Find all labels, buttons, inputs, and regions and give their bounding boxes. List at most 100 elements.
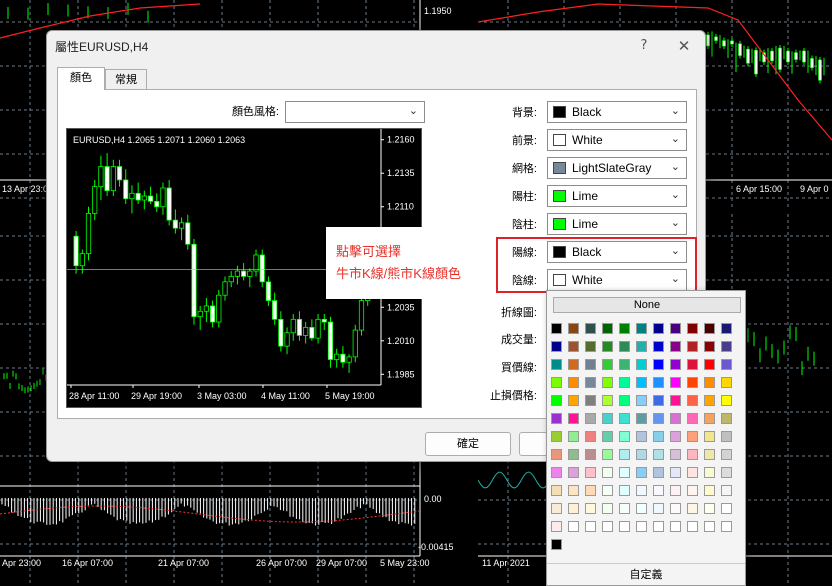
color-cell[interactable] [653, 503, 664, 514]
color-cell[interactable] [551, 449, 562, 460]
color-cell[interactable] [568, 341, 579, 352]
color-cell[interactable] [602, 395, 613, 406]
color-cell[interactable] [721, 323, 732, 334]
color-cell[interactable] [670, 503, 681, 514]
color-cell[interactable] [653, 323, 664, 334]
color-cell[interactable] [585, 467, 596, 478]
color-cell[interactable] [585, 341, 596, 352]
color-cell[interactable] [704, 521, 715, 532]
color-cell[interactable] [687, 413, 698, 424]
color-cell[interactable] [687, 503, 698, 514]
color-cell[interactable] [602, 467, 613, 478]
color-cell[interactable] [687, 323, 698, 334]
color-cell[interactable] [602, 485, 613, 496]
color-cell[interactable] [636, 485, 647, 496]
color-cell[interactable] [585, 431, 596, 442]
color-cell[interactable] [721, 485, 732, 496]
color-cell[interactable] [636, 377, 647, 388]
none-color-button[interactable]: None [553, 297, 741, 313]
color-cell[interactable] [653, 395, 664, 406]
color-cell[interactable] [721, 377, 732, 388]
color-cell[interactable] [551, 323, 562, 334]
color-cell[interactable] [551, 341, 562, 352]
color-cell[interactable] [653, 521, 664, 532]
color-cell[interactable] [568, 395, 579, 406]
color-cell[interactable] [721, 449, 732, 460]
color-cell[interactable] [670, 521, 681, 532]
color-cell[interactable] [687, 395, 698, 406]
color-cell[interactable] [704, 485, 715, 496]
color-cell[interactable] [568, 413, 579, 424]
color-cell[interactable] [653, 341, 664, 352]
color-cell[interactable] [551, 377, 562, 388]
color-cell[interactable] [551, 539, 562, 550]
color-cell[interactable] [551, 431, 562, 442]
color-cell[interactable] [619, 503, 630, 514]
color-cell[interactable] [704, 359, 715, 370]
color-cell[interactable] [551, 467, 562, 478]
color-cell[interactable] [653, 377, 664, 388]
color-cell[interactable] [670, 341, 681, 352]
color-cell[interactable] [721, 503, 732, 514]
color-cell[interactable] [602, 449, 613, 460]
color-cell[interactable] [585, 359, 596, 370]
color-cell[interactable] [636, 449, 647, 460]
color-cell[interactable] [585, 395, 596, 406]
color-cell[interactable] [585, 449, 596, 460]
color-cell[interactable] [602, 341, 613, 352]
tab-common[interactable]: 常規 [105, 69, 147, 89]
color-cell[interactable] [687, 467, 698, 478]
color-cell[interactable] [721, 395, 732, 406]
color-cell[interactable] [619, 395, 630, 406]
color-cell[interactable] [602, 431, 613, 442]
color-cell[interactable] [687, 485, 698, 496]
color-cell[interactable] [721, 521, 732, 532]
color-cell[interactable] [704, 395, 715, 406]
color-scheme-select[interactable]: ⌄ [285, 101, 425, 123]
color-cell[interactable] [585, 503, 596, 514]
tab-colors[interactable]: 顏色 [57, 67, 105, 90]
color-select[interactable]: Lime ⌄ [547, 185, 687, 207]
color-cell[interactable] [636, 413, 647, 424]
ok-button[interactable]: 確定 [425, 432, 511, 456]
color-cell[interactable] [551, 359, 562, 370]
color-cell[interactable] [704, 449, 715, 460]
color-cell[interactable] [551, 485, 562, 496]
color-cell[interactable] [636, 341, 647, 352]
color-cell[interactable] [585, 413, 596, 424]
color-cell[interactable] [602, 413, 613, 424]
color-select[interactable]: LightSlateGray ⌄ [547, 157, 687, 179]
color-cell[interactable] [670, 431, 681, 442]
color-cell[interactable] [551, 521, 562, 532]
color-cell[interactable] [704, 413, 715, 424]
color-cell[interactable] [636, 467, 647, 478]
color-cell[interactable] [619, 521, 630, 532]
color-cell[interactable] [619, 413, 630, 424]
color-cell[interactable] [636, 395, 647, 406]
color-cell[interactable] [721, 413, 732, 424]
color-cell[interactable] [585, 485, 596, 496]
color-cell[interactable] [687, 449, 698, 460]
color-cell[interactable] [568, 467, 579, 478]
color-cell[interactable] [721, 341, 732, 352]
custom-color-button[interactable]: 自定義 [547, 563, 745, 585]
color-cell[interactable] [568, 521, 579, 532]
color-cell[interactable] [568, 485, 579, 496]
color-cell[interactable] [721, 359, 732, 370]
color-cell[interactable] [568, 449, 579, 460]
color-select[interactable]: White ⌄ [547, 129, 687, 151]
color-cell[interactable] [551, 503, 562, 514]
color-cell[interactable] [704, 503, 715, 514]
color-cell[interactable] [585, 521, 596, 532]
color-cell[interactable] [670, 467, 681, 478]
color-cell[interactable] [602, 323, 613, 334]
color-cell[interactable] [636, 431, 647, 442]
color-cell[interactable] [568, 503, 579, 514]
close-button[interactable]: ✕ [673, 35, 695, 57]
color-cell[interactable] [602, 377, 613, 388]
color-cell[interactable] [670, 449, 681, 460]
color-cell[interactable] [568, 323, 579, 334]
color-cell[interactable] [653, 467, 664, 478]
help-button[interactable]: ? [633, 35, 655, 57]
color-cell[interactable] [568, 359, 579, 370]
